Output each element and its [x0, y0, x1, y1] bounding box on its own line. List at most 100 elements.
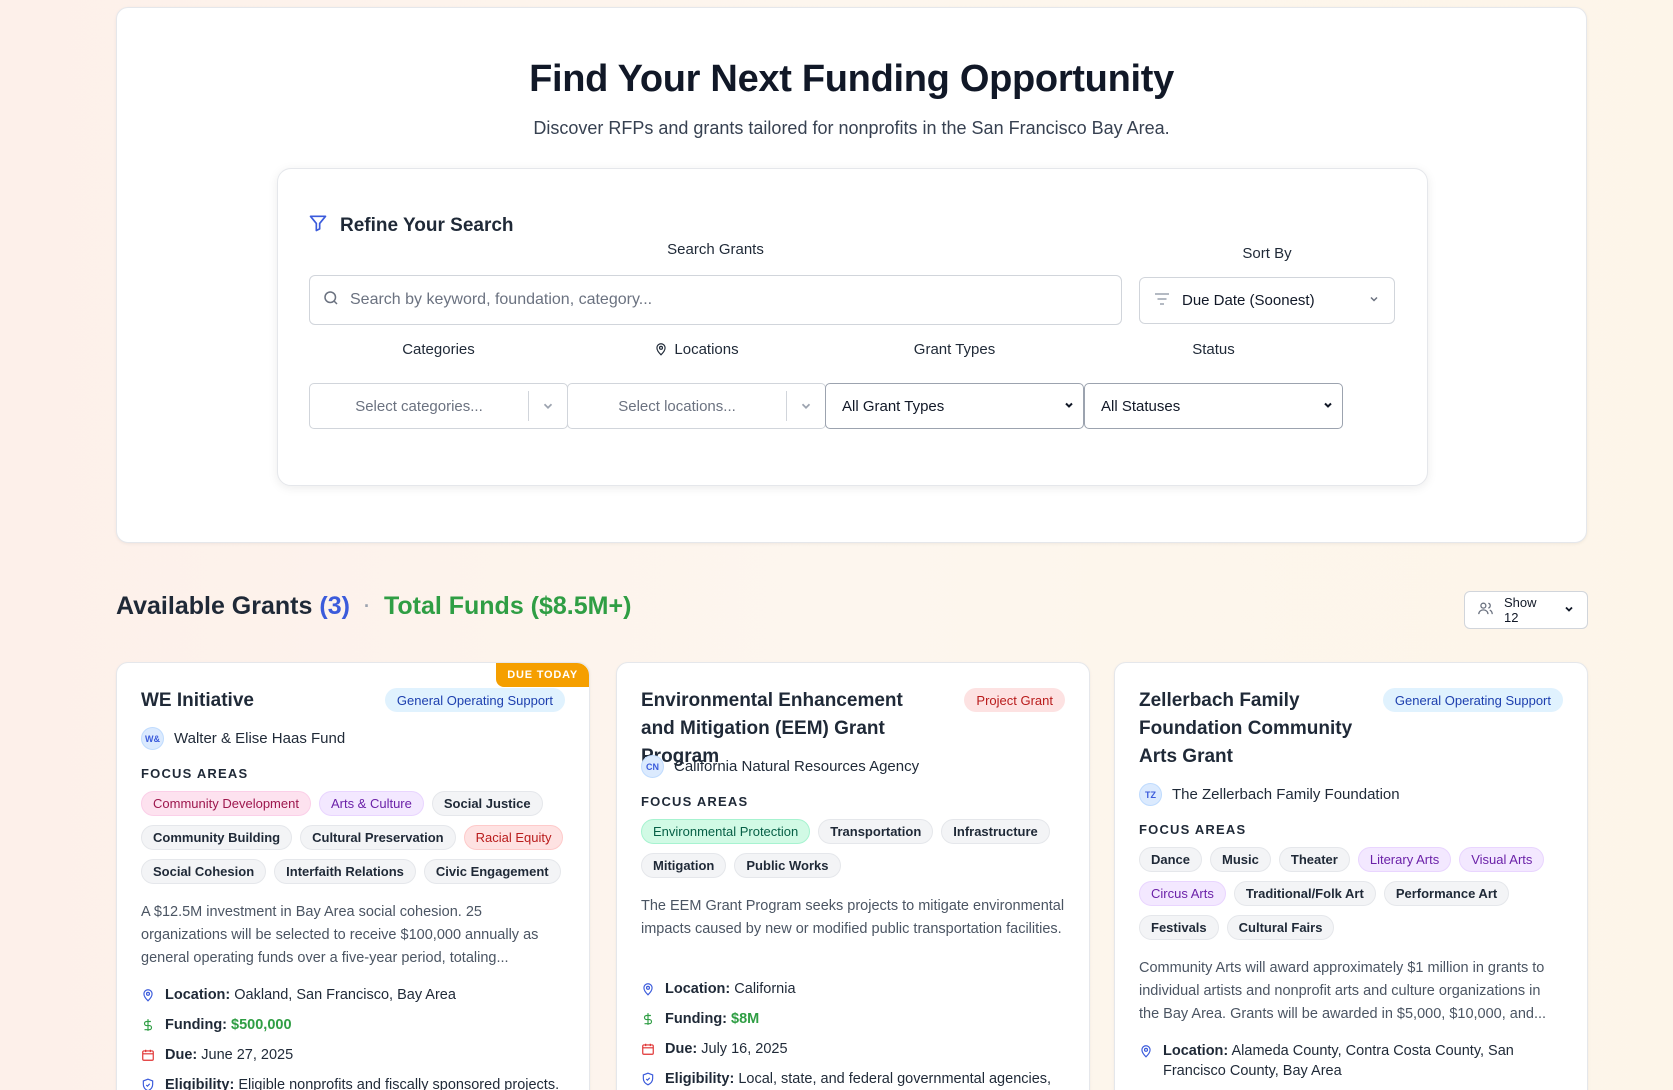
- categories-label: Categories: [402, 341, 475, 358]
- map-pin-icon: [143, 989, 153, 1002]
- funder-name: Walter & Elise Haas Fund: [174, 730, 346, 747]
- categories-multiselect[interactable]: Select categories...: [309, 383, 568, 429]
- categories-placeholder: Select categories...: [355, 397, 483, 415]
- tag: Social Justice: [431, 791, 543, 816]
- grant-type-badge: General Operating Support: [1382, 688, 1563, 712]
- eligibility-value: Local, state, and federal governmental a…: [738, 1071, 1052, 1087]
- tag: Racial Equity: [463, 825, 564, 850]
- locations-label: Locations: [674, 341, 739, 358]
- filter-panel-title: Refine Your Search: [340, 215, 514, 236]
- grant-card[interactable]: Zellerbach Family Foundation Community A…: [1114, 662, 1588, 1090]
- grant-card[interactable]: DUE TODAY WE Initiative General Operatin…: [116, 662, 590, 1090]
- grant-types-select[interactable]: All Grant Types: [825, 383, 1084, 429]
- status-select[interactable]: All Statuses: [1084, 383, 1343, 429]
- due-today-ribbon: DUE TODAY: [496, 663, 589, 687]
- tag: Community Building: [141, 825, 293, 850]
- eligibility-row: Eligibility: Eligible nonprofits and fis…: [141, 1075, 569, 1090]
- filter-panel-header: Refine Your Search: [308, 213, 514, 239]
- location-label: Location:: [1163, 1043, 1229, 1059]
- sort-value: Due Date (Soonest): [1182, 292, 1315, 309]
- focus-areas-label: FOCUS AREAS: [641, 794, 749, 809]
- dollar-icon: [143, 1019, 153, 1031]
- search-icon: [322, 289, 340, 312]
- users-icon: [1477, 600, 1494, 620]
- due-value: July 16, 2025: [701, 1041, 788, 1057]
- funder-avatar: CN: [641, 755, 664, 778]
- tag: Performance Art: [1383, 881, 1510, 906]
- results-header: Available Grants (3) · Total Funds ($8.5…: [116, 592, 631, 621]
- location-value: California: [734, 981, 796, 997]
- search-input[interactable]: [350, 291, 1090, 309]
- grant-title[interactable]: WE Initiative: [141, 687, 371, 715]
- tag: Public Works: [734, 853, 841, 878]
- status-value: All Statuses: [1101, 397, 1181, 415]
- funder-avatar: W&: [141, 727, 164, 750]
- tag: Literary Arts: [1357, 847, 1452, 872]
- tag: Dance: [1139, 847, 1203, 872]
- sort-select[interactable]: Due Date (Soonest): [1139, 277, 1395, 324]
- calendar-icon: [642, 1043, 654, 1055]
- tag: Civic Engagement: [423, 859, 561, 884]
- eligibility-label: Eligibility:: [665, 1071, 735, 1087]
- location-row: Location: California: [641, 979, 1069, 999]
- location-label: Location:: [165, 987, 231, 1003]
- chevron-down-icon[interactable]: [529, 399, 567, 413]
- grant-types-label: Grant Types: [913, 341, 996, 358]
- grant-type-badge: Project Grant: [964, 688, 1065, 712]
- funder-avatar: TZ: [1139, 783, 1162, 806]
- show-count-dropdown[interactable]: Show 12: [1464, 591, 1588, 629]
- chevron-down-icon: [1322, 398, 1334, 415]
- locations-label-wrap: Locations: [567, 341, 826, 361]
- grant-card[interactable]: Environmental Enhancement and Mitigation…: [616, 662, 1090, 1090]
- tag: Arts & Culture: [318, 791, 424, 816]
- funder-row: TZ The Zellerbach Family Foundation: [1139, 783, 1400, 806]
- map-pin-icon: [643, 983, 653, 996]
- locations-multiselect[interactable]: Select locations...: [567, 383, 826, 429]
- eligibility-label: Eligibility:: [165, 1077, 235, 1090]
- tag: Community Development: [141, 791, 311, 816]
- results-heading: Available Grants: [116, 592, 313, 620]
- tag: Traditional/Folk Art: [1233, 881, 1376, 906]
- hero-section: Find Your Next Funding Opportunity Disco…: [116, 7, 1587, 543]
- tag: Environmental Protection: [641, 819, 811, 844]
- shield-icon: [142, 1078, 154, 1090]
- shield-icon: [642, 1072, 654, 1086]
- location-row: Location: Alameda County, Contra Costa C…: [1139, 1041, 1567, 1081]
- tag: Festivals: [1139, 915, 1219, 940]
- chevron-down-icon: [1368, 292, 1380, 309]
- funding-value: $500,000: [231, 1017, 292, 1033]
- focus-tags: Dance Music Theater Literary Arts Visual…: [1139, 847, 1569, 940]
- due-row: Due: June 27, 2025: [141, 1045, 569, 1065]
- tag: Interfaith Relations: [274, 859, 416, 884]
- chevron-down-icon: [1063, 398, 1075, 415]
- chevron-down-icon[interactable]: [787, 399, 825, 413]
- eligibility-value: Eligible nonprofits and fiscally sponsor…: [238, 1077, 560, 1090]
- grant-types-value: All Grant Types: [842, 397, 945, 415]
- funder-row: W& Walter & Elise Haas Fund: [141, 727, 345, 750]
- grant-title[interactable]: Zellerbach Family Foundation Community A…: [1139, 687, 1354, 771]
- total-funds: Total Funds ($8.5M+): [383, 592, 632, 620]
- due-label: Due:: [665, 1041, 698, 1057]
- location-row: Location: Oakland, San Francisco, Bay Ar…: [141, 985, 569, 1005]
- funding-label: Funding:: [665, 1011, 728, 1027]
- grant-description: The EEM Grant Program seeks projects to …: [641, 898, 1065, 937]
- grant-type-badge: General Operating Support: [384, 688, 565, 712]
- page-title: Find Your Next Funding Opportunity: [529, 58, 1174, 100]
- tag: Social Cohesion: [141, 859, 267, 884]
- focus-tags: Community Development Arts & Culture Soc…: [141, 791, 571, 884]
- due-value: June 27, 2025: [201, 1047, 294, 1063]
- funding-label: Funding:: [165, 1017, 228, 1033]
- tag: Transportation: [818, 819, 934, 844]
- map-pin-icon: [654, 341, 668, 361]
- show-count-label: Show 12: [1504, 595, 1537, 625]
- tag: Cultural Fairs: [1226, 915, 1335, 940]
- tag: Circus Arts: [1139, 881, 1226, 906]
- location-label: Location:: [665, 981, 731, 997]
- search-field[interactable]: [309, 275, 1122, 325]
- funding-row: Funding: $500,000: [141, 1015, 569, 1035]
- filter-icon: [308, 213, 328, 239]
- tag: Infrastructure: [941, 819, 1050, 844]
- calendar-icon: [142, 1049, 154, 1061]
- map-pin-icon: [1141, 1045, 1151, 1058]
- grant-description: A $12.5M investment in Bay Area social c…: [141, 904, 539, 966]
